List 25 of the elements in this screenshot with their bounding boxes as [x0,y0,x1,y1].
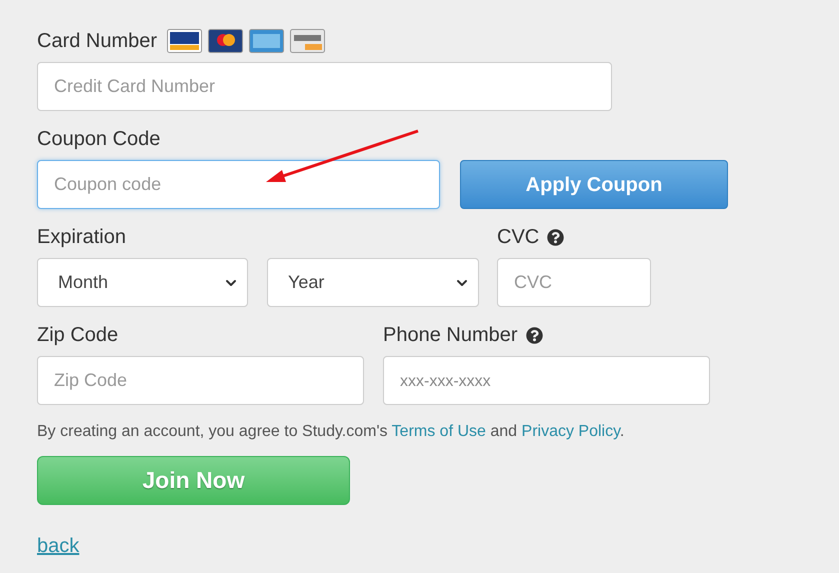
help-icon[interactable] [547,228,564,246]
back-link[interactable]: back [37,535,80,557]
terms-text: By creating an account, you agree to Study.com's Terms of Use and Privacy Policy. [37,422,626,442]
card-icon [249,29,284,53]
apply-coupon-button[interactable]: Apply Coupon [460,160,728,209]
input-field[interactable]: CVC [497,258,651,307]
card-icon [167,29,202,53]
field-label: Phone Number [383,323,518,348]
terms-link[interactable]: Terms of Use [392,423,486,440]
input-field[interactable]: Coupon code [37,160,440,209]
field-label: CVC [497,225,540,250]
select-field[interactable]: Month [37,258,248,307]
input-field[interactable]: Credit Card Number [37,62,612,111]
field-label: Card Number [37,29,158,54]
help-icon[interactable] [526,326,543,344]
card-icon [208,29,244,53]
card-icon [290,29,326,53]
field-label: Zip Code [37,323,118,348]
input-field[interactable]: Zip Code [37,356,364,405]
join-now-button[interactable]: Join Now [37,456,350,505]
field-label: Coupon Code [37,127,160,152]
field-label: Expiration [37,225,126,250]
input-field[interactable]: xxx-xxx-xxxx [383,356,710,405]
privacy-link[interactable]: Privacy Policy [522,423,620,440]
select-field[interactable]: Year [267,258,479,307]
